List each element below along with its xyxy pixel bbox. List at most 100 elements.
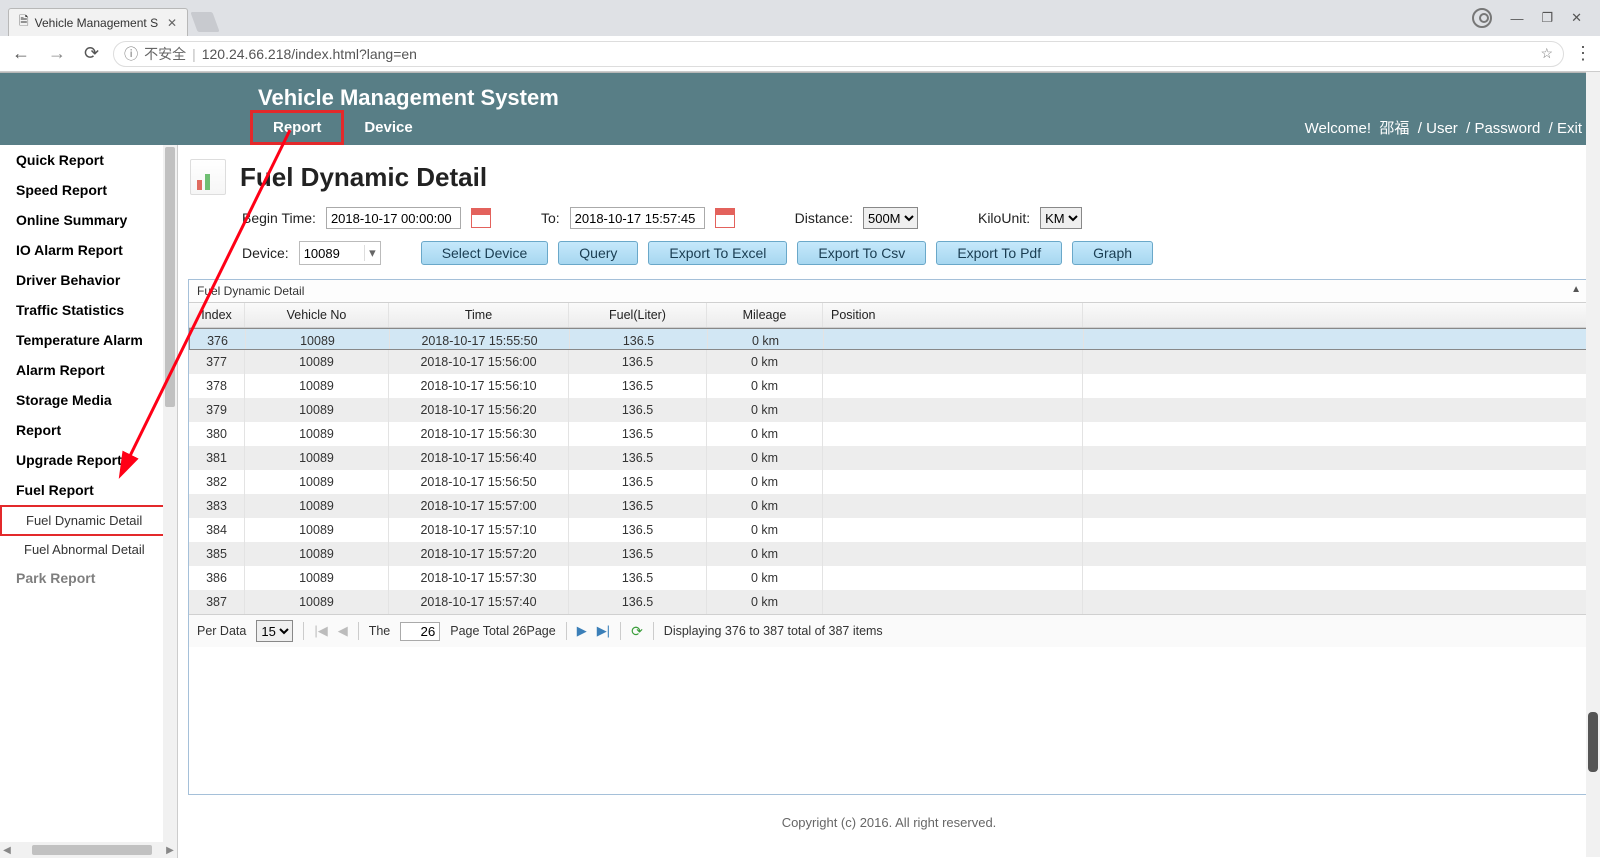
sidebar-item-driver-behavior[interactable]: Driver Behavior (0, 265, 177, 295)
table-row[interactable]: 384100892018-10-17 15:57:10136.50 km (189, 518, 1589, 542)
table-row[interactable]: 385100892018-10-17 15:57:20136.50 km (189, 542, 1589, 566)
select-device-button[interactable]: Select Device (421, 241, 549, 265)
query-button[interactable]: Query (558, 241, 638, 265)
browser-tab[interactable]: 🗎 Vehicle Management S ✕ (8, 8, 188, 36)
export-csv-button[interactable]: Export To Csv (797, 241, 926, 265)
device-combo[interactable]: 10089 ▾ (299, 241, 381, 265)
profile-icon[interactable] (1472, 8, 1492, 28)
sidebar-item-upgrade-report[interactable]: Upgrade Report (0, 445, 177, 475)
per-data-select[interactable]: 15 (256, 620, 293, 642)
cell-position (823, 542, 1083, 566)
col-fuel[interactable]: Fuel(Liter) (569, 303, 707, 327)
table-row[interactable]: 379100892018-10-17 15:56:20136.50 km (189, 398, 1589, 422)
col-position[interactable]: Position (823, 303, 1083, 327)
table-row[interactable]: 377100892018-10-17 15:56:00136.50 km (189, 350, 1589, 374)
last-page-icon[interactable]: ▶| (597, 623, 610, 639)
page-icon: 🗎 (19, 12, 29, 33)
address-bar[interactable]: ⓘ 不安全 | 120.24.66.218/index.html?lang=en… (113, 41, 1564, 67)
sidebar-item-quick-report[interactable]: Quick Report (0, 145, 177, 175)
sidebar-item-io-alarm-report[interactable]: IO Alarm Report (0, 235, 177, 265)
sidebar-item-storage-media[interactable]: Storage Media (0, 385, 177, 415)
first-page-icon[interactable]: |◀ (314, 623, 327, 639)
the-label: The (369, 624, 391, 638)
calendar-icon[interactable] (471, 208, 491, 228)
grid-body[interactable]: 376100892018-10-17 15:55:50136.50 km3771… (189, 328, 1589, 614)
prev-page-icon[interactable]: ◀ (338, 623, 348, 639)
hscroll-thumb[interactable] (32, 845, 152, 855)
sidebar-item-traffic-statistics[interactable]: Traffic Statistics (0, 295, 177, 325)
forward-icon[interactable]: → (44, 43, 70, 64)
sidebar-item-report[interactable]: Report (0, 415, 177, 445)
sidebar-item-alarm-report[interactable]: Alarm Report (0, 355, 177, 385)
export-excel-button[interactable]: Export To Excel (648, 241, 787, 265)
sidebar-item-speed-report[interactable]: Speed Report (0, 175, 177, 205)
page-number-input[interactable] (400, 622, 440, 641)
refresh-icon[interactable]: ⟳ (631, 623, 643, 640)
cell-vehicle: 10089 (245, 350, 389, 374)
sidebar-item-cutoff[interactable]: Park Report (0, 563, 177, 593)
sidebar-sub-fuel-abnormal-detail[interactable]: Fuel Abnormal Detail (0, 536, 177, 563)
sidebar-item-temperature-alarm[interactable]: Temperature Alarm (0, 325, 177, 355)
footer: Copyright (c) 2016. All right reserved. (188, 795, 1590, 850)
scroll-right-icon[interactable]: ▶ (163, 845, 177, 856)
nav-report[interactable]: Report (250, 110, 344, 145)
table-row[interactable]: 380100892018-10-17 15:56:30136.50 km (189, 422, 1589, 446)
begin-time-input[interactable] (326, 207, 461, 229)
cell-index: 383 (189, 494, 245, 518)
link-exit[interactable]: Exit (1557, 120, 1582, 137)
page-vscroll[interactable] (1586, 72, 1600, 857)
table-row[interactable]: 381100892018-10-17 15:56:40136.50 km (189, 446, 1589, 470)
cell-mileage: 0 km (707, 446, 823, 470)
link-password[interactable]: Password (1474, 120, 1540, 137)
minimize-icon[interactable]: — (1510, 11, 1523, 26)
page-vscroll-thumb[interactable] (1588, 712, 1598, 772)
table-row[interactable]: 382100892018-10-17 15:56:50136.50 km (189, 470, 1589, 494)
bookmark-icon[interactable]: ☆ (1540, 45, 1553, 62)
col-index[interactable]: Index (189, 303, 245, 327)
distance-select[interactable]: 500M (863, 207, 918, 229)
table-row[interactable]: 383100892018-10-17 15:57:00136.50 km (189, 494, 1589, 518)
col-time[interactable]: Time (389, 303, 569, 327)
chevron-down-icon[interactable]: ▾ (364, 245, 376, 261)
site-info-icon[interactable]: ⓘ (124, 44, 138, 64)
graph-button[interactable]: Graph (1072, 241, 1153, 265)
cell-position (823, 494, 1083, 518)
kebab-menu-icon[interactable]: ⋮ (1574, 43, 1592, 64)
close-icon[interactable]: ✕ (167, 16, 177, 30)
table-row[interactable]: 387100892018-10-17 15:57:40136.50 km (189, 590, 1589, 614)
separator (566, 622, 567, 640)
maximize-icon[interactable]: ❐ (1541, 10, 1553, 26)
pager: Per Data 15 |◀ ◀ The Page Total 26Page ▶… (189, 614, 1589, 647)
url-text: 120.24.66.218/index.html?lang=en (202, 46, 417, 62)
close-window-icon[interactable]: ✕ (1571, 10, 1582, 26)
export-pdf-button[interactable]: Export To Pdf (936, 241, 1062, 265)
new-tab-button[interactable] (190, 12, 219, 32)
collapse-icon[interactable]: ▲ (1571, 284, 1581, 298)
grid-header: Index Vehicle No Time Fuel(Liter) Mileag… (189, 303, 1589, 328)
cell-position (823, 398, 1083, 422)
sidebar-vscroll[interactable] (163, 145, 177, 842)
reload-icon[interactable]: ⟳ (80, 43, 103, 64)
vscroll-thumb[interactable] (165, 147, 175, 407)
sidebar-sub-fuel-dynamic-detail[interactable]: Fuel Dynamic Detail (0, 505, 177, 536)
back-icon[interactable]: ← (8, 43, 34, 64)
cell-vehicle: 10089 (245, 470, 389, 494)
nav-device[interactable]: Device (344, 113, 432, 142)
sidebar-item-fuel-report[interactable]: Fuel Report (0, 475, 177, 505)
to-time-input[interactable] (570, 207, 705, 229)
col-mileage[interactable]: Mileage (707, 303, 823, 327)
sidebar-hscroll[interactable]: ◀ ▶ (0, 842, 177, 858)
link-user[interactable]: User (1426, 120, 1458, 137)
col-vehicle[interactable]: Vehicle No (245, 303, 389, 327)
table-row[interactable]: 378100892018-10-17 15:56:10136.50 km (189, 374, 1589, 398)
sidebar-item-online-summary[interactable]: Online Summary (0, 205, 177, 235)
table-row[interactable]: 386100892018-10-17 15:57:30136.50 km (189, 566, 1589, 590)
calendar-icon[interactable] (715, 208, 735, 228)
separator (653, 622, 654, 640)
cell-vehicle: 10089 (246, 329, 390, 349)
table-row[interactable]: 376100892018-10-17 15:55:50136.50 km (189, 328, 1589, 350)
cell-index: 387 (189, 590, 245, 614)
next-page-icon[interactable]: ▶ (577, 623, 587, 639)
kilounit-select[interactable]: KM (1040, 207, 1082, 229)
scroll-left-icon[interactable]: ◀ (0, 845, 14, 856)
